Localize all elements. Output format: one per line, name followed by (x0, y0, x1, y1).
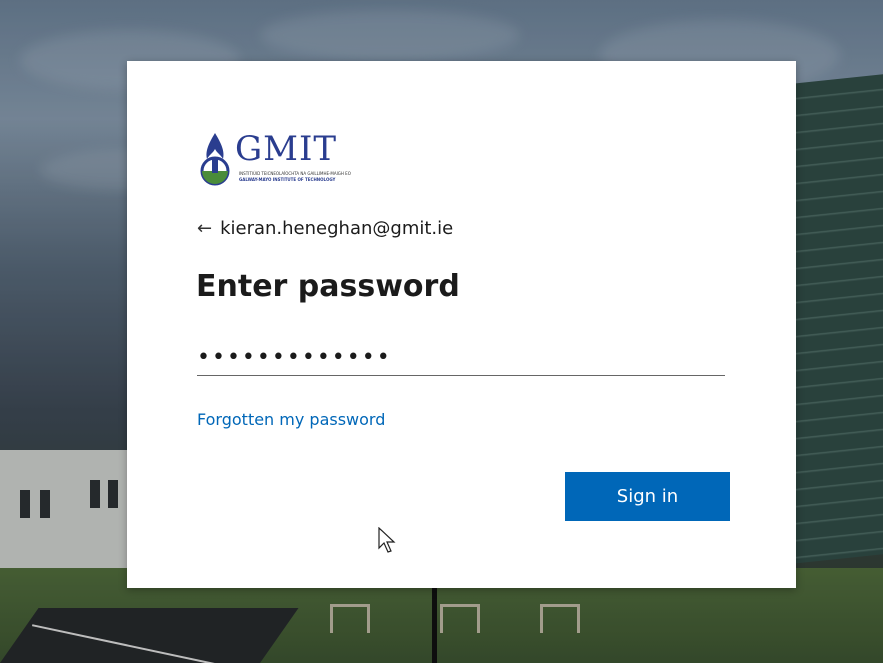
logo-title: GMIT (235, 129, 338, 169)
gmit-emblem-icon (200, 133, 230, 186)
mouse-pointer-icon (378, 527, 396, 553)
arrow-left-icon[interactable]: ← (197, 218, 212, 239)
page-title: Enter password (196, 269, 460, 304)
gmit-logo: GMIT INSTITIÚID TEICNEOLAÍOCHTA NA GAILL… (195, 129, 415, 189)
identity-row: ← kieran.heneghan@gmit.ie (197, 218, 453, 239)
sign-in-button[interactable]: Sign in (565, 472, 730, 521)
logo-english-name: GALWAY-MAYO INSTITUTE OF TECHNOLOGY (239, 177, 336, 182)
account-email: kieran.heneghan@gmit.ie (220, 218, 454, 239)
password-input[interactable] (197, 339, 725, 376)
forgot-password-link[interactable]: Forgotten my password (197, 410, 385, 429)
sign-in-card: GMIT INSTITIÚID TEICNEOLAÍOCHTA NA GAILL… (127, 61, 796, 588)
